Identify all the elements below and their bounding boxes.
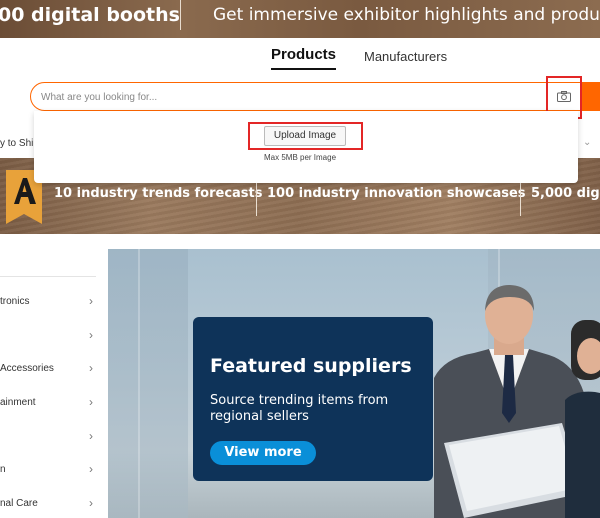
category-label: ainment: [0, 397, 36, 408]
search-input[interactable]: [41, 87, 541, 107]
top-promo-banner[interactable]: 00 digital booths Get immersive exhibito…: [0, 0, 600, 38]
chevron-right-icon: ›: [89, 294, 93, 308]
upload-size-hint: Max 5MB per Image: [264, 153, 337, 162]
tab-products-label: Products: [271, 46, 337, 63]
chevron-right-icon: ›: [89, 361, 93, 375]
featured-subheading: Source trending items from regional sell…: [210, 393, 389, 424]
category-label: n: [0, 464, 6, 475]
category-item[interactable]: tronics ›: [0, 294, 100, 311]
search-button[interactable]: [582, 82, 600, 111]
window-frame: [138, 249, 140, 518]
active-tab-underline: [271, 68, 337, 70]
chevron-down-icon[interactable]: ⌄: [583, 137, 591, 148]
category-item[interactable]: ainment ›: [0, 395, 100, 412]
chevron-right-icon: ›: [89, 496, 93, 510]
featured-suppliers-card: Featured suppliers Source trending items…: [193, 317, 433, 481]
featured-heading: Featured suppliers: [210, 355, 412, 377]
view-more-button[interactable]: View more: [210, 441, 316, 465]
category-item[interactable]: Accessories ›: [0, 361, 100, 378]
search-bar: [30, 82, 586, 111]
category-label: tronics: [0, 296, 30, 307]
chevron-right-icon: ›: [89, 462, 93, 476]
person-image: [565, 320, 600, 518]
hero-background-building: [108, 249, 188, 518]
chevron-right-icon: ›: [89, 328, 93, 342]
category-item[interactable]: nal Care ›: [0, 496, 100, 513]
businessman-image: [434, 285, 584, 518]
chevron-right-icon: ›: [89, 429, 93, 443]
banner-divider: [520, 178, 521, 216]
top-banner-left-text: 00 digital booths: [0, 4, 180, 26]
banner-item-trends: 10 industry trends forecasts: [54, 186, 263, 201]
top-banner-right-text: Get immersive exhibitor highlights and p…: [213, 5, 600, 25]
category-item[interactable]: ›: [0, 328, 100, 345]
tab-products[interactable]: Products: [271, 46, 337, 70]
tab-manufacturers[interactable]: Manufacturers: [364, 49, 447, 64]
ship-to-selector[interactable]: y to Shi: [0, 138, 33, 149]
upload-image-button[interactable]: Upload Image: [264, 126, 346, 146]
category-item[interactable]: n ›: [0, 462, 100, 479]
top-banner-divider: [180, 0, 181, 30]
search-tabs: Products Manufacturers: [0, 46, 600, 72]
category-divider: [0, 276, 96, 277]
tab-manufacturers-label: Manufacturers: [364, 49, 448, 64]
banner-item-innovation: 100 industry innovation showcases: [267, 186, 526, 201]
category-item[interactable]: ›: [0, 429, 100, 446]
chevron-right-icon: ›: [89, 395, 93, 409]
category-label: Accessories: [0, 363, 54, 374]
banner-divider: [256, 178, 257, 216]
banner-item-digital: 5,000 digi: [531, 186, 600, 201]
category-label: nal Care: [0, 498, 38, 509]
